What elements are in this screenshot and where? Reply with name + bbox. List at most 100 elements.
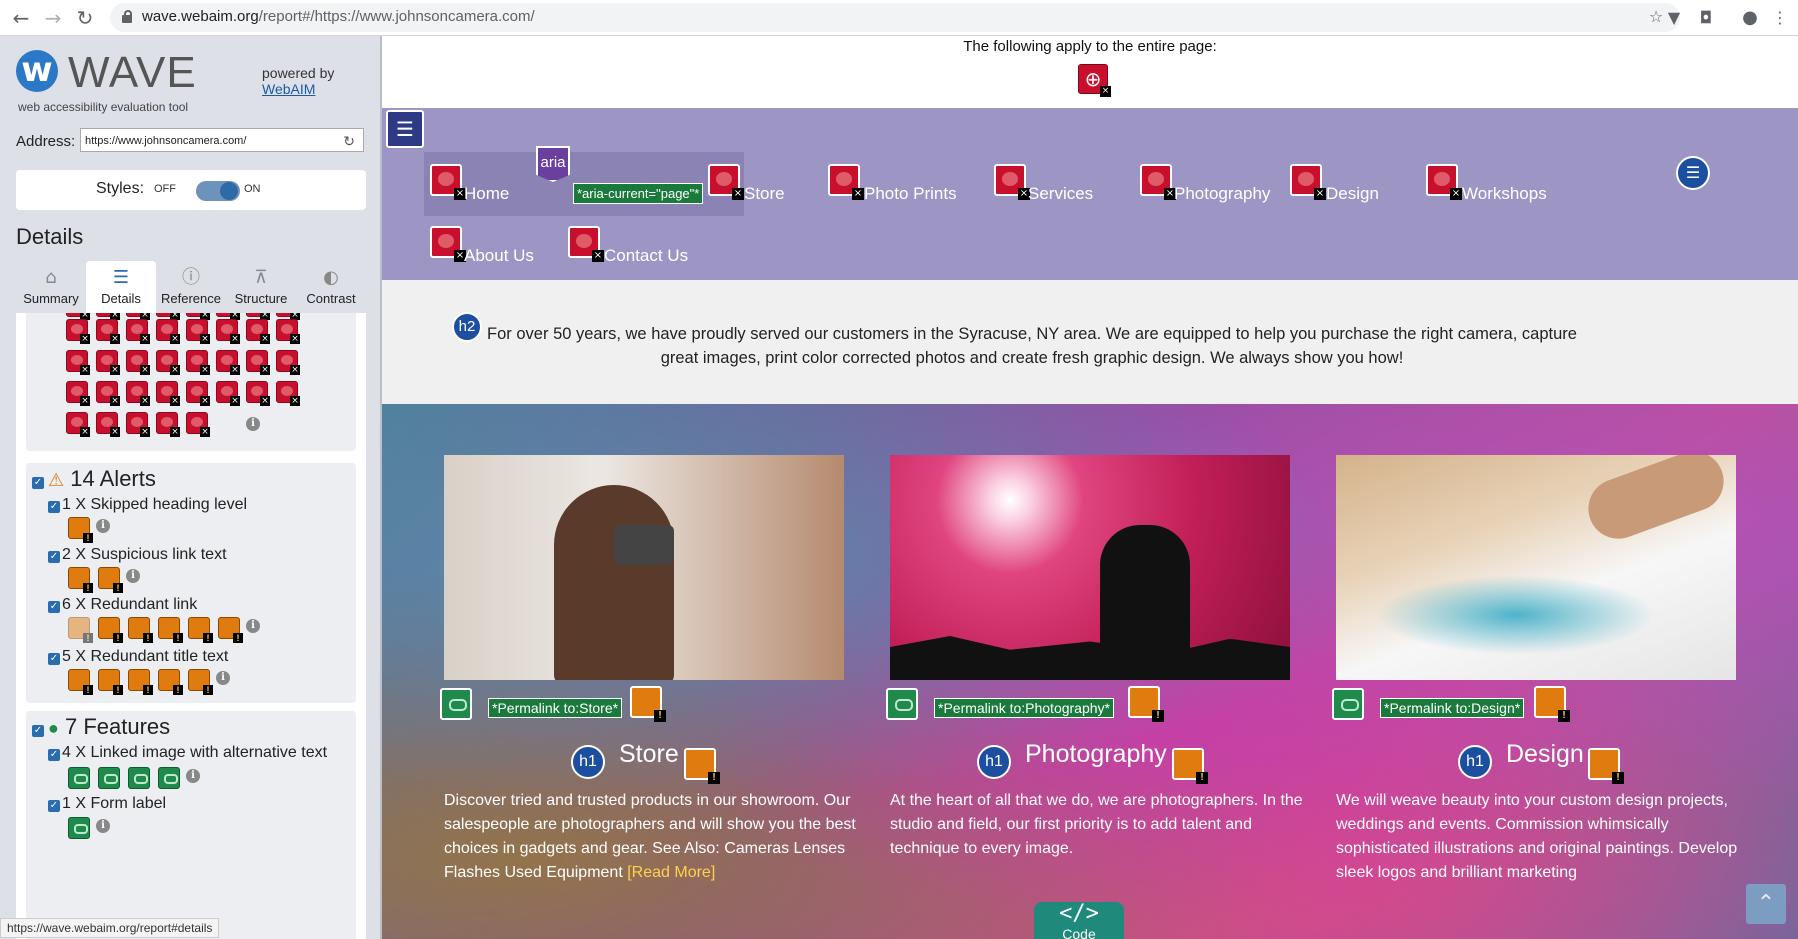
error-icon[interactable] bbox=[126, 313, 150, 320]
back-icon[interactable]: ← bbox=[10, 7, 32, 29]
feature-item-checkbox[interactable]: ✓ bbox=[48, 800, 60, 812]
error-icon[interactable] bbox=[156, 412, 180, 437]
star-icon[interactable]: ☆ bbox=[1646, 7, 1666, 27]
nav-link-services[interactable]: Services bbox=[1028, 184, 1093, 204]
error-icon[interactable] bbox=[246, 319, 270, 344]
error-icon[interactable] bbox=[186, 412, 210, 437]
error-icon[interactable] bbox=[246, 350, 270, 375]
error-icon[interactable] bbox=[216, 350, 240, 375]
error-icon[interactable] bbox=[186, 350, 210, 375]
photography-card-title[interactable]: Photography bbox=[1025, 740, 1167, 769]
linked-image-alt-icon[interactable] bbox=[158, 767, 180, 789]
redundant-link-icon[interactable] bbox=[188, 617, 213, 643]
error-icon[interactable] bbox=[96, 313, 120, 320]
tab-contrast[interactable]: ◐ Contrast bbox=[296, 261, 366, 313]
error-icon[interactable] bbox=[216, 319, 240, 344]
error-icon[interactable] bbox=[126, 350, 150, 375]
unordered-list-icon[interactable]: ☰ bbox=[1676, 156, 1710, 190]
empty-link-error-icon[interactable] bbox=[994, 164, 1030, 200]
info-icon[interactable]: i bbox=[186, 769, 200, 783]
skipped-heading-icon[interactable] bbox=[68, 517, 93, 543]
code-toggle-button[interactable]: </> Code bbox=[1034, 902, 1124, 939]
tab-details[interactable]: ☰ Details bbox=[86, 261, 156, 313]
error-icon[interactable] bbox=[276, 350, 300, 375]
info-icon[interactable]: i bbox=[96, 819, 110, 833]
error-icon[interactable] bbox=[126, 381, 150, 406]
feature-item-checkbox[interactable]: ✓ bbox=[48, 749, 60, 761]
info-icon[interactable]: i bbox=[246, 619, 260, 633]
linked-image-alt-icon[interactable] bbox=[98, 767, 120, 789]
redundant-link-icon[interactable] bbox=[1588, 748, 1624, 784]
redundant-link-icon[interactable] bbox=[218, 617, 243, 643]
error-icon[interactable] bbox=[126, 319, 150, 344]
error-icon[interactable] bbox=[66, 313, 90, 320]
address-bar[interactable]: wave.webaim.org/report#/https://www.john… bbox=[110, 3, 1680, 32]
error-icon[interactable] bbox=[156, 313, 180, 320]
nav-link-home[interactable]: Home bbox=[464, 184, 509, 204]
alert-item-checkbox[interactable]: ✓ bbox=[48, 551, 60, 563]
suspicious-link-icon[interactable] bbox=[68, 567, 93, 593]
forward-icon[interactable]: → bbox=[42, 7, 64, 29]
alert-item-checkbox[interactable]: ✓ bbox=[48, 653, 60, 665]
redundant-title-icon[interactable] bbox=[1534, 686, 1570, 722]
error-icon[interactable] bbox=[186, 313, 210, 320]
redundant-link-icon[interactable] bbox=[684, 748, 720, 784]
error-icon[interactable] bbox=[186, 319, 210, 344]
info-icon[interactable]: i bbox=[216, 671, 230, 685]
empty-link-error-icon[interactable] bbox=[708, 164, 744, 200]
error-icon[interactable] bbox=[276, 313, 300, 320]
error-icon[interactable] bbox=[186, 381, 210, 406]
redundant-title-icon[interactable] bbox=[188, 669, 213, 695]
menu-dots-icon[interactable]: ⋮ bbox=[1770, 8, 1790, 28]
alert-item-checkbox[interactable]: ✓ bbox=[48, 601, 60, 613]
store-card-title[interactable]: Store bbox=[619, 740, 679, 769]
design-card-image[interactable] bbox=[1336, 455, 1736, 680]
empty-link-error-icon[interactable] bbox=[828, 164, 864, 200]
linked-image-alt-icon[interactable] bbox=[440, 688, 472, 720]
form-label-icon[interactable] bbox=[68, 817, 90, 839]
h1-icon[interactable]: h1 bbox=[1458, 745, 1492, 779]
redundant-title-icon[interactable] bbox=[630, 686, 666, 722]
error-icon[interactable] bbox=[66, 412, 90, 437]
error-icon[interactable] bbox=[66, 381, 90, 406]
error-icon[interactable] bbox=[156, 350, 180, 375]
nav-link-store[interactable]: Store bbox=[744, 184, 785, 204]
styles-toggle[interactable] bbox=[196, 181, 240, 201]
alerts-checkbox[interactable]: ✓ bbox=[32, 477, 44, 489]
tab-reference[interactable]: ⓘ Reference bbox=[156, 261, 226, 313]
error-icon[interactable] bbox=[276, 381, 300, 406]
features-checkbox[interactable]: ✓ bbox=[32, 725, 44, 737]
design-card-title[interactable]: Design bbox=[1506, 740, 1584, 769]
info-icon[interactable]: i bbox=[246, 417, 260, 431]
address-input[interactable]: https://www.johnsoncamera.com/ ↻ bbox=[80, 128, 364, 152]
error-icon[interactable] bbox=[246, 381, 270, 406]
redundant-title-icon[interactable] bbox=[68, 669, 93, 695]
error-icon[interactable] bbox=[66, 319, 90, 344]
h1-icon[interactable]: h1 bbox=[571, 745, 605, 779]
wave-extension-icon[interactable]: ▼ bbox=[1664, 8, 1684, 28]
linked-image-alt-icon[interactable] bbox=[886, 688, 918, 720]
redundant-link-icon[interactable] bbox=[128, 617, 153, 643]
empty-link-error-icon[interactable] bbox=[430, 226, 466, 262]
error-icon[interactable] bbox=[96, 381, 120, 406]
error-icon[interactable] bbox=[156, 381, 180, 406]
nav-link-photo-prints[interactable]: Photo Prints bbox=[864, 184, 957, 204]
info-icon[interactable]: i bbox=[96, 519, 110, 533]
redundant-link-icon[interactable] bbox=[1172, 748, 1208, 784]
empty-link-error-icon[interactable] bbox=[568, 226, 604, 262]
error-icon[interactable] bbox=[276, 319, 300, 344]
redundant-title-icon[interactable] bbox=[98, 669, 123, 695]
read-more-link[interactable]: [Read More] bbox=[627, 864, 715, 881]
language-error-icon[interactable]: ⊕ bbox=[1078, 64, 1111, 97]
error-icon[interactable] bbox=[126, 412, 150, 437]
error-icon[interactable] bbox=[156, 319, 180, 344]
error-icon[interactable] bbox=[216, 313, 240, 320]
linked-image-alt-icon[interactable] bbox=[1332, 688, 1364, 720]
store-card-image[interactable] bbox=[444, 455, 844, 680]
linked-image-alt-icon[interactable] bbox=[128, 767, 150, 789]
error-icon[interactable] bbox=[66, 350, 90, 375]
nav-link-photography[interactable]: Photography bbox=[1174, 184, 1270, 204]
refresh-icon[interactable]: ↻ bbox=[343, 130, 355, 154]
error-icon[interactable] bbox=[96, 319, 120, 344]
error-icon[interactable] bbox=[96, 412, 120, 437]
